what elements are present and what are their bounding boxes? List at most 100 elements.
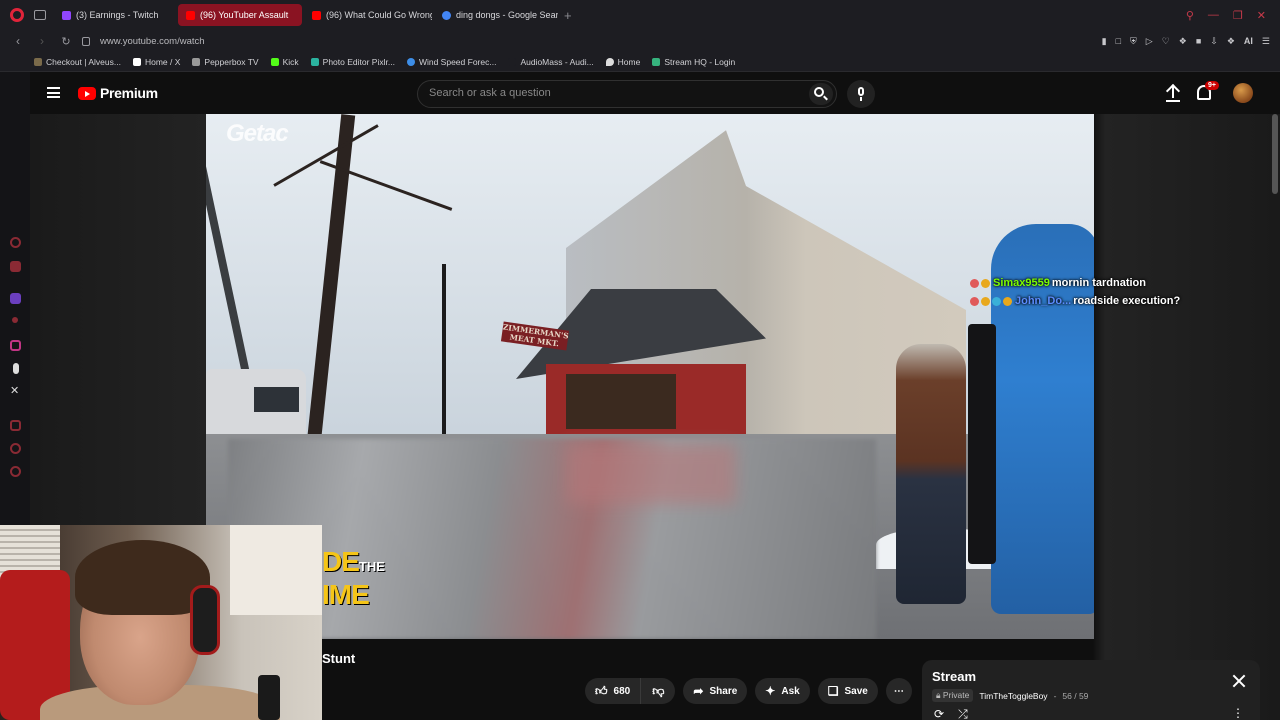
percent-icon[interactable] — [12, 317, 18, 323]
wallet-icon[interactable]: ■ — [1196, 36, 1201, 46]
tab-label: (96) YouTuber Assault — [200, 10, 289, 20]
avatar[interactable] — [1233, 83, 1253, 103]
bookmark-icon: ❏ — [827, 684, 839, 698]
back-button[interactable]: ‹ — [12, 34, 24, 48]
search-tabs-icon[interactable]: ⚲ — [1186, 9, 1194, 22]
url-field[interactable]: www.youtube.com/watch — [100, 36, 205, 47]
tab-twitch-earnings[interactable]: (3) Earnings - Twitch — [54, 4, 176, 26]
messenger-icon[interactable] — [10, 261, 21, 272]
x-icon[interactable]: ✕ — [10, 386, 21, 397]
workspaces-icon[interactable] — [34, 10, 46, 20]
reload-button[interactable]: ↻ — [60, 35, 72, 48]
youtube-logo-icon[interactable] — [78, 87, 96, 100]
bookmark-label: Home — [617, 56, 641, 67]
like-button[interactable]: 👍︎ 680 — [585, 678, 642, 704]
bookmark-item[interactable]: Photo Editor Pixlr... — [310, 57, 395, 67]
badge-icon — [981, 278, 990, 288]
bookmark-icon[interactable]: ▮ — [1102, 36, 1107, 47]
shuffle-icon[interactable]: ⤮ — [958, 707, 968, 720]
bookmark-item[interactable]: AudioMass - Audi... — [508, 57, 594, 67]
playlist-owner[interactable]: TimTheToggleBoy — [979, 691, 1047, 701]
extensions-icon[interactable]: ❖ — [1179, 36, 1187, 47]
bookmark-item[interactable]: Wind Speed Forec... — [406, 57, 496, 67]
bookmark-item[interactable]: Home / X — [132, 57, 180, 67]
youtube-brand[interactable]: Premium — [100, 85, 158, 101]
parked-truck — [206, 369, 306, 444]
playlist-title[interactable]: Stream — [932, 669, 976, 684]
kick-icon — [270, 57, 279, 66]
download-icon[interactable]: ⇩ — [1210, 36, 1218, 47]
like-dislike-group: 👍︎ 680 👎︎ — [585, 678, 676, 704]
notification-badge: 9+ — [1205, 81, 1219, 90]
minimize-button[interactable]: — — [1208, 9, 1219, 21]
search-icon[interactable] — [809, 83, 833, 105]
heart-icon[interactable]: ♡ — [1162, 36, 1170, 47]
easy-setup-icon[interactable]: ❖ — [1227, 36, 1235, 47]
tab-youtuber-assault[interactable]: (96) YouTuber Assault — [178, 4, 302, 26]
twitch-icon — [62, 10, 71, 20]
like-count: 680 — [613, 685, 631, 697]
bookmark-item[interactable]: Home — [605, 56, 641, 67]
bookmark-item[interactable]: Checkout | Alveus... — [34, 57, 121, 67]
share-label: Share — [709, 685, 738, 697]
new-tab-button[interactable]: + — [564, 8, 572, 23]
search-input[interactable] — [429, 87, 789, 99]
forward-button[interactable]: › — [36, 34, 48, 48]
maximize-button[interactable]: ❐ — [1233, 9, 1243, 22]
bookmark-item[interactable]: Pepperbox TV — [192, 57, 259, 67]
tab-what-could-go-wrong[interactable]: (96) What Could Go Wrong — [304, 4, 432, 26]
play-icon[interactable]: ▷ — [1146, 36, 1153, 47]
dislike-button[interactable]: 👎︎ — [641, 678, 676, 704]
stream-chat-overlay: Simax9559 mornin tardnation John_Do... r… — [970, 274, 1230, 310]
overlay-word: THE — [358, 559, 385, 574]
chat-message: Simax9559 mornin tardnation — [970, 274, 1230, 292]
storefront — [546, 364, 746, 439]
playlist-panel: Stream 🔒︎ Private TimTheToggleBoy - 56 /… — [922, 660, 1260, 720]
instagram-icon[interactable] — [10, 340, 21, 351]
snapshot-icon[interactable]: □ — [1116, 36, 1121, 46]
opera-logo-icon[interactable] — [10, 8, 24, 22]
share-button[interactable]: ➦ Share — [683, 678, 748, 704]
history-icon[interactable] — [10, 443, 21, 454]
page-scrollbar[interactable] — [1272, 114, 1278, 194]
ai-icon[interactable]: AI — [1244, 36, 1253, 46]
bookmarks-bar: Checkout | Alveus... Home / X Pepperbox … — [0, 52, 1280, 72]
settings-icon[interactable] — [10, 466, 21, 477]
microphone-icon[interactable] — [847, 80, 875, 108]
twitch-icon[interactable] — [10, 293, 21, 304]
chat-text: roadside execution? — [1073, 295, 1181, 307]
share-icon: ➦ — [693, 684, 704, 698]
more-vert-icon[interactable]: ⋮ — [1232, 706, 1244, 720]
more-actions-button[interactable]: ⋯ — [885, 678, 912, 704]
pinboard-icon[interactable] — [10, 420, 21, 431]
headset — [190, 585, 220, 655]
menu-icon[interactable]: ☰ — [1262, 36, 1270, 47]
x-icon — [132, 57, 141, 66]
upload-icon[interactable] — [1165, 84, 1181, 102]
ask-button[interactable]: ✦ Ask — [755, 678, 810, 704]
separator: - — [1053, 690, 1057, 701]
playlist-position: 56 / 59 — [1062, 690, 1089, 701]
address-bar-actions: ▮ □ ⛨ ▷ ♡ ❖ ■ ⇩ ❖ AI ☰ — [1102, 30, 1270, 52]
bookmark-item[interactable]: Kick — [270, 57, 299, 67]
video-actions: 👍︎ 680 👎︎ ➦ Share ✦ Ask ❏ Save ⋯ — [585, 678, 912, 704]
bookmark-favicon-icon — [652, 57, 661, 66]
bookmark-item[interactable]: Stream HQ - Login — [652, 57, 735, 67]
camera-rig — [968, 324, 996, 564]
tab-label: (96) What Could Go Wrong — [326, 10, 432, 20]
shield-icon[interactable]: ⛨ — [1130, 36, 1137, 47]
youtube-header: Premium 9+ — [30, 72, 1280, 114]
close-window-button[interactable]: ✕ — [1257, 9, 1266, 22]
menu-icon[interactable] — [47, 87, 60, 98]
blurred-region-red — [566, 444, 736, 504]
bookmark-label: Checkout | Alveus... — [46, 56, 121, 67]
tiktok-icon[interactable] — [13, 363, 19, 374]
close-icon[interactable] — [1232, 674, 1246, 688]
chat-badges — [970, 296, 1012, 306]
aria-icon[interactable] — [10, 237, 21, 248]
loop-icon[interactable]: ⟳ — [934, 707, 944, 720]
tab-google-search[interactable]: ding dongs - Google Search — [434, 4, 558, 26]
chat-text: mornin tardnation — [1051, 277, 1146, 289]
save-button[interactable]: ❏ Save — [817, 678, 878, 704]
bookmark-favicon-icon — [310, 57, 319, 66]
